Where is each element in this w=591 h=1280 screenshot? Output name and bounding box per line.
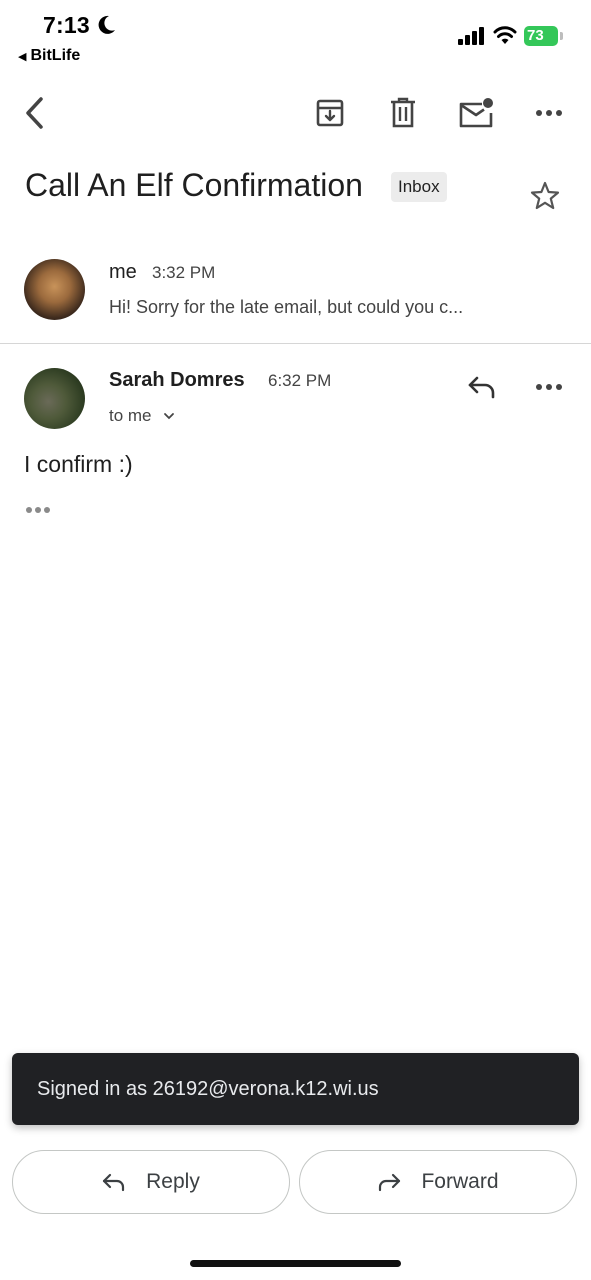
reply-label: Reply <box>146 1170 200 1193</box>
battery-tip <box>560 32 563 40</box>
recipient-label: to me <box>109 406 152 425</box>
thread-subject: Call An Elf Confirmation <box>25 167 363 203</box>
show-quoted-text-button[interactable] <box>24 502 56 520</box>
sender-name: Sarah Domres <box>109 369 245 391</box>
cellular-signal-icon <box>458 27 484 45</box>
sender-avatar-me[interactable] <box>24 259 85 320</box>
trash-icon <box>391 97 415 128</box>
recipient-details-toggle[interactable]: to me <box>109 406 176 426</box>
message-more-button[interactable] <box>530 374 568 400</box>
message-body: I confirm :) <box>24 451 133 477</box>
mark-unread-button[interactable] <box>456 95 496 131</box>
reply-button[interactable]: Reply <box>12 1150 290 1214</box>
battery-indicator: 73 <box>524 26 564 48</box>
star-icon <box>530 181 560 210</box>
home-indicator[interactable] <box>190 1260 401 1267</box>
moon-icon <box>98 15 115 34</box>
more-options-button[interactable] <box>530 100 568 126</box>
archive-icon <box>316 99 344 127</box>
inbox-label-badge[interactable]: Inbox <box>391 172 447 202</box>
battery-level: 73 <box>527 27 544 44</box>
chevron-down-icon <box>163 413 174 420</box>
back-to-app-link[interactable]: ◀ BitLife <box>18 47 80 65</box>
reply-icon <box>468 376 495 399</box>
ellipsis-icon <box>26 507 50 513</box>
forward-icon <box>379 1173 401 1192</box>
message-time: 6:32 PM <box>268 371 332 390</box>
back-app-label: BitLife <box>30 47 81 64</box>
archive-button[interactable] <box>312 95 348 131</box>
back-triangle-icon: ◀ <box>18 50 27 63</box>
back-button[interactable] <box>16 92 52 134</box>
more-horizontal-icon <box>536 110 562 116</box>
forward-button[interactable]: Forward <box>299 1150 577 1214</box>
star-button[interactable] <box>527 178 563 214</box>
more-horizontal-icon <box>536 384 562 390</box>
delete-button[interactable] <box>385 94 421 132</box>
status-time: 7:13 <box>43 12 90 38</box>
forward-label: Forward <box>421 1170 499 1193</box>
message-divider <box>0 343 591 344</box>
sender-avatar-sarah[interactable] <box>24 368 85 429</box>
reply-icon <box>103 1173 125 1192</box>
sender-name: me <box>109 261 137 283</box>
chevron-left-icon <box>26 97 43 129</box>
reply-icon-button[interactable] <box>462 370 502 404</box>
wifi-icon <box>493 26 517 44</box>
message-time: 3:32 PM <box>152 263 216 282</box>
mark-unread-icon <box>459 98 493 128</box>
message-snippet[interactable]: Hi! Sorry for the late email, but could … <box>109 297 463 318</box>
signed-in-snackbar: Signed in as 26192@verona.k12.wi.us <box>12 1053 579 1125</box>
snackbar-text: Signed in as 26192@verona.k12.wi.us <box>37 1078 379 1100</box>
